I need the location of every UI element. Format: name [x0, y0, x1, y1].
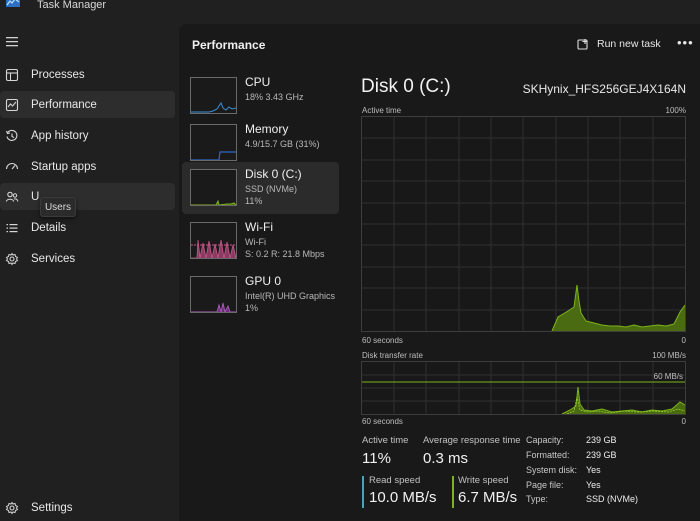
sidebar-item-performance[interactable]: Performance: [0, 91, 175, 118]
sidebar-item-label: Details: [31, 221, 67, 234]
disk-title: Disk 0 (C:): [361, 76, 451, 97]
transfer-rate-plot: [362, 362, 685, 414]
sidebar-item-startup-apps[interactable]: Startup apps: [0, 153, 175, 180]
sidebar-item-users[interactable]: U: [0, 183, 175, 210]
type-value: SSD (NVMe): [586, 494, 639, 504]
device-item-cpu[interactable]: CPU 18% 3.43 GHz: [182, 70, 339, 122]
device-item-gpu-0[interactable]: GPU 0 Intel(R) UHD Graphics 1%: [182, 269, 339, 321]
device-name: Wi-Fi: [245, 220, 273, 234]
sidebar-item-label: Performance: [31, 98, 97, 111]
active-time-stat-label: Active time: [362, 435, 409, 446]
disk-thumbnail: [190, 169, 237, 206]
wifi-thumbnail: [190, 222, 237, 259]
title-bar: Task Manager: [0, 0, 700, 22]
device-name: CPU: [245, 75, 271, 89]
services-icon: [5, 252, 19, 265]
write-speed-value: 6.7 MB/s: [458, 489, 518, 506]
memory-sparkline: [191, 151, 236, 160]
active-time-window-label: 60 seconds: [362, 336, 403, 345]
startup-icon: [5, 162, 19, 169]
device-name: GPU 0: [245, 274, 282, 288]
gpu-thumbnail: [190, 276, 237, 313]
sidebar: Processes Performance App history Startu…: [0, 22, 180, 521]
system-disk-key: System disk:: [526, 465, 578, 475]
performance-icon: [5, 98, 19, 111]
sidebar-item-details[interactable]: Details: [0, 214, 175, 241]
active-time-stat-value: 11%: [362, 450, 391, 467]
device-item-wifi[interactable]: Wi-Fi Wi-Fi S: 0.2 R: 21.8 Mbps: [182, 215, 339, 267]
window-title: Task Manager: [37, 0, 107, 11]
formatted-value: 239 GB: [586, 450, 617, 460]
active-time-max-label: 100%: [665, 106, 686, 115]
device-detail: 4.9/15.7 GB (31%): [245, 139, 320, 149]
write-speed-accent: [452, 476, 454, 508]
history-icon: [5, 129, 18, 141]
capacity-key: Capacity:: [526, 435, 564, 445]
page-title: Performance: [192, 38, 266, 52]
transfer-graph-label: Disk transfer rate: [362, 351, 423, 360]
avg-response-value: 0.3 ms: [423, 450, 469, 467]
type-key: Type:: [526, 494, 549, 504]
formatted-key: Formatted:: [526, 450, 570, 460]
read-speed-accent: [362, 476, 364, 508]
sidebar-item-label: Startup apps: [31, 160, 97, 173]
sidebar-item-label: App history: [31, 129, 89, 142]
sidebar-item-processes[interactable]: Processes: [0, 61, 175, 88]
sidebar-item-settings[interactable]: Settings: [0, 496, 175, 520]
performance-panel: Performance Run new task ••• CPU 18% 3.4…: [179, 24, 700, 521]
transfer-min-label: 0: [681, 417, 686, 426]
run-new-task-button[interactable]: Run new task: [577, 35, 661, 53]
system-disk-value: Yes: [586, 465, 601, 475]
page-file-value: Yes: [586, 480, 601, 490]
device-usage: 11%: [245, 196, 263, 206]
active-time-graph-label: Active time: [362, 106, 402, 115]
memory-thumbnail: [190, 124, 237, 161]
sidebar-item-label: Settings: [31, 502, 73, 514]
device-detail: Intel(R) UHD Graphics: [245, 291, 336, 301]
active-time-plot: [362, 117, 685, 331]
device-name: Memory: [245, 122, 289, 136]
transfer-rate-graph: [361, 361, 686, 415]
sidebar-item-app-history[interactable]: App history: [0, 122, 175, 149]
page-file-key: Page file:: [526, 480, 564, 490]
read-speed-value: 10.0 MB/s: [369, 489, 437, 506]
sidebar-item-label: Processes: [31, 68, 85, 81]
transfer-max-label: 100 MB/s: [652, 351, 686, 360]
details-icon: [6, 223, 18, 232]
capacity-value: 239 GB: [586, 435, 617, 445]
sidebar-item-label: Services: [31, 252, 76, 265]
hamburger-menu-icon[interactable]: [6, 36, 20, 48]
device-usage: 1%: [245, 303, 259, 313]
transfer-window-label: 60 seconds: [362, 417, 403, 426]
device-throughput: S: 0.2 R: 21.8 Mbps: [245, 249, 325, 259]
device-detail: SSD (NVMe): [245, 184, 298, 194]
disk-model: SKHynix_HFS256GEJ4X164N: [522, 82, 686, 96]
wifi-sparkline: [191, 239, 236, 258]
run-task-icon: [577, 38, 588, 50]
cpu-sparkline: [191, 101, 236, 113]
read-speed-label: Read speed: [369, 475, 421, 486]
transfer-mid-label: 60 MB/s: [653, 372, 683, 381]
gear-icon: [5, 501, 19, 515]
device-detail: 18% 3.43 GHz: [245, 92, 304, 102]
device-name: Disk 0 (C:): [245, 167, 302, 181]
active-time-min-label: 0: [681, 336, 686, 345]
avg-response-label: Average response time: [423, 435, 521, 446]
tooltip-text: Users: [44, 201, 72, 213]
active-time-graph: [361, 116, 686, 332]
more-options-button[interactable]: •••: [677, 36, 694, 49]
device-detail: Wi-Fi: [245, 237, 266, 247]
disk-sparkline: [191, 199, 236, 205]
gpu-sparkline: [191, 302, 236, 312]
cpu-thumbnail: [190, 77, 237, 114]
processes-icon: [5, 68, 19, 81]
task-manager-icon: [6, 0, 20, 7]
run-task-label: Run new task: [597, 38, 661, 50]
users-icon: [5, 191, 19, 202]
users-tooltip: Users: [40, 197, 76, 217]
sidebar-item-services[interactable]: Services: [0, 245, 175, 272]
write-speed-label: Write speed: [458, 475, 509, 486]
sidebar-item-label: U: [31, 190, 40, 203]
device-item-disk-0[interactable]: Disk 0 (C:) SSD (NVMe) 11%: [182, 162, 339, 214]
